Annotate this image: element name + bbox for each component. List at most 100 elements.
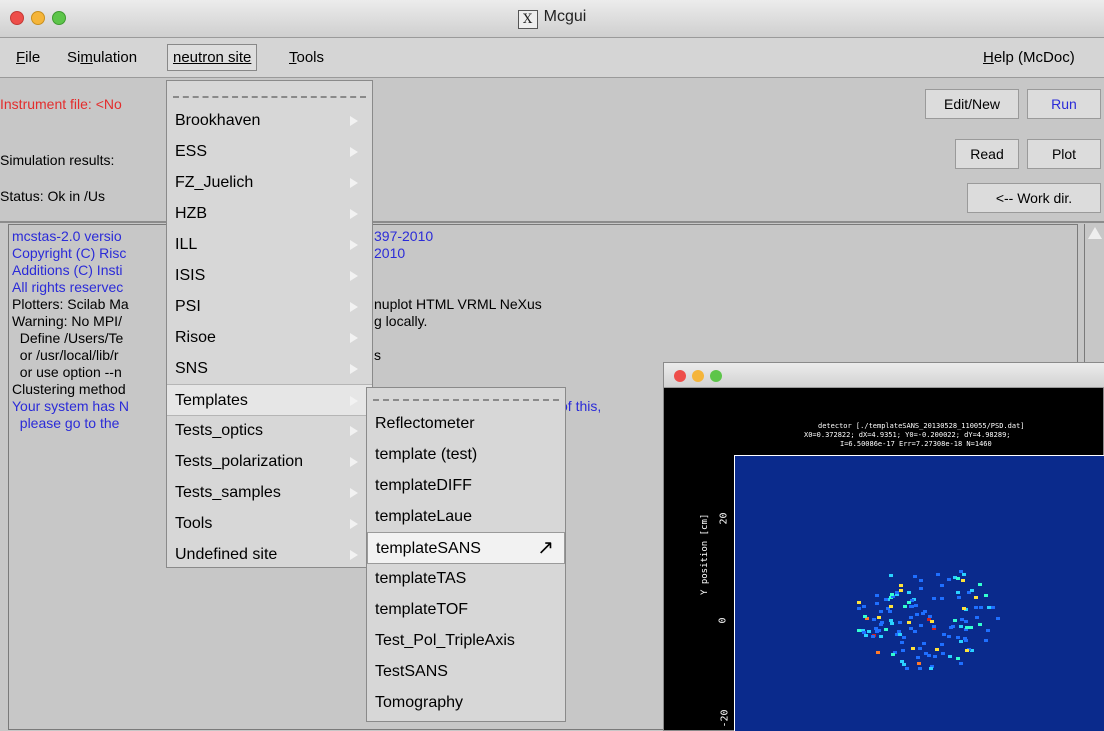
plot-area[interactable] — [734, 455, 1104, 731]
menu-simulation[interactable]: Simulation — [63, 47, 141, 68]
plot-point — [879, 623, 883, 626]
plot-point — [953, 619, 957, 622]
site-menu-item[interactable]: Tests_optics — [167, 415, 372, 447]
work-dir-button[interactable]: <-- Work dir. — [967, 183, 1101, 213]
run-button[interactable]: Run — [1027, 89, 1101, 119]
plot-point — [918, 667, 922, 670]
log-line-tail: 397-2010 — [374, 228, 434, 244]
log-line-tail: 2010 — [374, 245, 406, 261]
plot-point — [890, 593, 894, 596]
site-menu-item[interactable]: Undefined site — [167, 539, 372, 571]
menu-neutron-site-label: neutron site — [173, 49, 252, 66]
edit-new-button[interactable]: Edit/New — [925, 89, 1019, 119]
plot-point — [884, 628, 888, 631]
template-menu-item[interactable]: templateTAS — [367, 563, 565, 595]
site-menu-item[interactable]: ISIS — [167, 260, 372, 292]
template-menu-item[interactable]: templateDIFF — [367, 470, 565, 502]
plot-point — [900, 660, 904, 663]
plot-point — [857, 629, 861, 632]
plot-point — [991, 606, 995, 609]
site-menu-item-label: Tools — [175, 515, 213, 532]
plot-point — [862, 631, 866, 634]
plot-close-button[interactable] — [674, 370, 686, 382]
plot-point — [970, 589, 974, 592]
site-menu-item-label: Tests_optics — [175, 422, 264, 439]
menu-help[interactable]: Help (McDoc) — [979, 47, 1079, 68]
submenu-tear-off[interactable] — [373, 399, 559, 401]
template-menu-item[interactable]: Reflectometer — [367, 408, 565, 440]
plot-point — [986, 629, 990, 632]
plot-point — [935, 648, 939, 651]
site-menu-item[interactable]: SNS — [167, 353, 372, 385]
plot-point — [901, 649, 905, 652]
site-menu-item-label: ESS — [175, 143, 208, 160]
plot-point — [957, 596, 961, 599]
plot-point — [884, 598, 888, 601]
plot-point — [895, 591, 899, 594]
plot-point — [913, 630, 917, 633]
menu-tear-off[interactable] — [173, 96, 366, 98]
site-menu-item[interactable]: Tests_polarization — [167, 446, 372, 478]
plot-point — [913, 575, 917, 578]
submenu-arrow-icon — [350, 302, 358, 312]
menu-neutron-site[interactable]: neutron site — [167, 44, 258, 71]
log-line: Clustering method — [12, 381, 126, 397]
plot-point — [907, 621, 911, 624]
site-menu-item[interactable]: HZB — [167, 198, 372, 230]
status-label: Status: Ok in /Us — [0, 188, 106, 204]
site-menu-item-label: Undefined site — [175, 546, 278, 563]
plot-point — [960, 618, 964, 621]
plot-point — [956, 591, 960, 594]
menu-tools[interactable]: Tools — [285, 47, 328, 68]
plot-point — [889, 574, 893, 577]
plot-point — [891, 653, 895, 656]
log-line: mcstas-2.0 versio — [12, 228, 122, 244]
template-menu-item[interactable]: template (test) — [367, 439, 565, 471]
plot-point — [907, 601, 911, 604]
site-menu-item[interactable]: ILL — [167, 229, 372, 261]
template-menu-item-label: Tomography — [375, 694, 464, 711]
template-menu-item-label: templateTAS — [375, 570, 467, 587]
site-menu-item-label: Risoe — [175, 329, 216, 346]
log-line: Plotters: Scilab Ma — [12, 296, 129, 312]
site-menu-item[interactable]: Tools — [167, 508, 372, 540]
submenu-arrow-icon — [350, 178, 358, 188]
plot-minimize-button[interactable] — [692, 370, 704, 382]
plot-button[interactable]: Plot — [1027, 139, 1101, 169]
site-menu-item-label: SNS — [175, 360, 208, 377]
template-menu-item[interactable]: TestSANS — [367, 656, 565, 688]
plot-point — [965, 649, 969, 652]
site-menu-item[interactable]: Brookhaven — [167, 105, 372, 137]
site-menu-item[interactable]: Templates — [167, 384, 372, 416]
submenu-arrow-icon — [350, 333, 358, 343]
template-menu-item[interactable]: Test_Pol_TripleAxis — [367, 625, 565, 657]
plot-point — [951, 625, 955, 628]
read-button[interactable]: Read — [955, 139, 1019, 169]
plot-point — [947, 578, 951, 581]
site-menu-item[interactable]: Risoe — [167, 322, 372, 354]
scroll-up-arrow-icon[interactable] — [1088, 227, 1102, 239]
template-menu-item[interactable]: templateLaue — [367, 501, 565, 533]
site-menu-item[interactable]: Tests_samples — [167, 477, 372, 509]
submenu-arrow-icon — [350, 519, 358, 529]
site-menu-item[interactable]: PSI — [167, 291, 372, 323]
plot-header-line3: I=6.50086e-17 Err=7.27308e-18 N=1460 — [840, 440, 992, 448]
site-menu-item-label: Tests_samples — [175, 484, 281, 501]
plot-point — [959, 662, 963, 665]
menu-file[interactable]: File — [12, 47, 44, 68]
site-menu-item[interactable]: ESS — [167, 136, 372, 168]
plot-point — [899, 589, 903, 592]
log-line-tail: g locally. — [374, 313, 428, 329]
ytick-0: 0 — [717, 617, 729, 624]
plot-zoom-button[interactable] — [710, 370, 722, 382]
plot-point — [974, 596, 978, 599]
template-menu-item[interactable]: templateSANS ↗ — [367, 532, 565, 564]
plot-point — [984, 639, 988, 642]
site-menu-item[interactable]: FZ_Juelich — [167, 167, 372, 199]
template-menu-item[interactable]: Tomography — [367, 687, 565, 719]
template-menu-item[interactable]: templateTOF — [367, 594, 565, 626]
plot-ylabel: Y position [cm] — [700, 513, 710, 595]
plot-point — [919, 624, 923, 627]
plot-point — [879, 635, 883, 638]
plot-point — [889, 605, 893, 608]
